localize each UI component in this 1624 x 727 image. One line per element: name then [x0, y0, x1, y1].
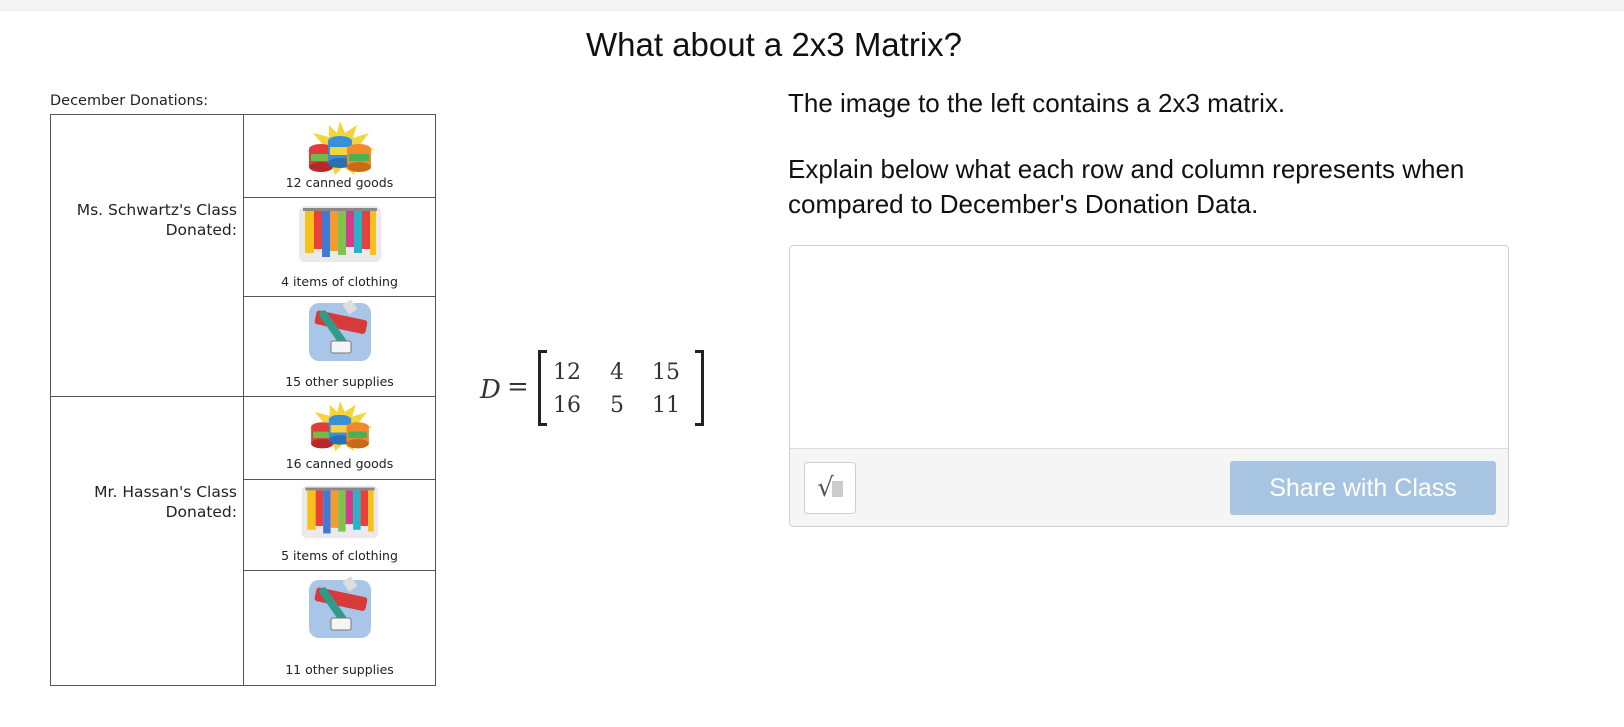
prompt-line-1: The image to the left contains a 2x3 mat… — [788, 88, 1286, 118]
math-input-button[interactable]: √ — [804, 462, 856, 514]
matrix-entry: 5 — [610, 393, 624, 418]
table-cell: 15 other supplies — [244, 297, 435, 396]
right-bracket — [695, 350, 704, 426]
matrix-label: D — [480, 375, 501, 405]
matrix-entry: 4 — [610, 360, 624, 385]
donations-table: Ms. Schwartz's Class Donated: Mr. Hassan… — [50, 114, 436, 686]
answer-box: √ Share with Class — [789, 245, 1509, 527]
prompt-line-2: Explain below what each row and column r… — [788, 154, 1465, 219]
toothpaste-supplies-icon — [308, 299, 371, 361]
matrix-entry: 11 — [652, 393, 680, 418]
matrix-equals: = — [507, 372, 529, 402]
matrix-entry: 16 — [553, 393, 581, 418]
matrix-entry: 12 — [553, 360, 581, 385]
item-caption: 5 items of clothing — [281, 548, 398, 563]
canned-goods-icon — [306, 121, 375, 175]
row-label-schwartz: Ms. Schwartz's Class Donated: — [76, 201, 237, 239]
prompt-text: The image to the left contains a 2x3 mat… — [788, 86, 1508, 253]
toothpaste-supplies-icon — [308, 576, 371, 638]
answer-toolbar: √ Share with Class — [790, 448, 1508, 526]
table-cell: 12 canned goods — [244, 115, 435, 197]
matrix-d: D = 12 4 15 16 5 11 — [480, 348, 720, 434]
item-caption: 15 other supplies — [285, 374, 394, 389]
left-bracket — [538, 350, 547, 426]
page-title: What about a 2x3 Matrix? — [585, 26, 963, 63]
table-cell: 16 canned goods — [244, 397, 435, 479]
placeholder-box-icon — [831, 481, 843, 497]
table-cell: 5 items of clothing — [244, 480, 435, 570]
item-caption: 11 other supplies — [285, 662, 394, 677]
top-strip — [0, 0, 1624, 11]
item-caption: 4 items of clothing — [281, 274, 398, 289]
item-caption: 12 canned goods — [285, 175, 394, 190]
table-caption: December Donations: — [50, 93, 209, 109]
share-with-class-button[interactable]: Share with Class — [1230, 461, 1496, 515]
row-label-hassan: Mr. Hassan's Class Donated: — [94, 483, 237, 521]
item-caption: 16 canned goods — [285, 456, 394, 471]
matrix-entry: 15 — [652, 360, 680, 385]
clothing-rack-icon — [301, 485, 378, 539]
clothing-rack-icon — [298, 206, 381, 262]
table-cell: 11 other supplies — [244, 571, 435, 685]
table-cell: 4 items of clothing — [244, 198, 435, 296]
answer-input[interactable] — [790, 246, 1508, 448]
canned-goods-icon — [308, 400, 373, 452]
